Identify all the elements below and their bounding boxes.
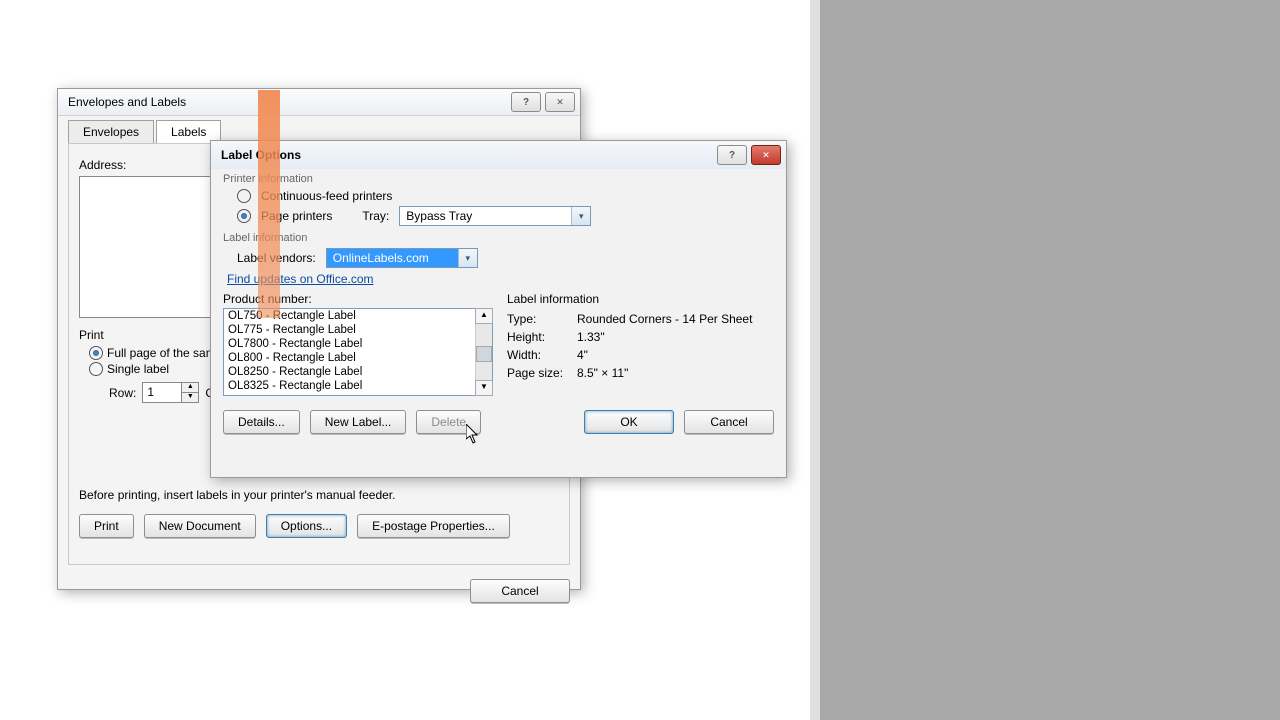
- new-label-button[interactable]: New Label...: [310, 410, 407, 434]
- full-page-label: Full page of the sam: [107, 346, 216, 360]
- type-label: Type:: [507, 312, 577, 326]
- close-button[interactable]: [545, 92, 575, 112]
- label-info-grid: Type: Rounded Corners - 14 Per Sheet Hei…: [507, 312, 774, 380]
- address-textbox[interactable]: [79, 176, 216, 318]
- page-printers-label: Page printers: [261, 209, 332, 223]
- chevron-down-icon: [571, 207, 590, 225]
- opt-dialog-title: Label Options: [221, 148, 301, 162]
- help-button[interactable]: [511, 92, 541, 112]
- label-info-title: Label information: [507, 292, 774, 306]
- row-spin-up[interactable]: ▲: [182, 383, 198, 393]
- row-label: Row:: [109, 386, 136, 400]
- vendor-select[interactable]: OnlineLabels.com: [326, 248, 478, 268]
- vendor-value: OnlineLabels.com: [327, 249, 458, 267]
- opt-title-bar: Label Options: [211, 141, 786, 169]
- scroll-thumb[interactable]: [476, 346, 492, 362]
- vendor-label: Label vendors:: [237, 251, 316, 265]
- row-spin-down[interactable]: ▼: [182, 393, 198, 402]
- opt-cancel-button[interactable]: Cancel: [684, 410, 774, 434]
- continuous-label: Continuous-feed printers: [261, 189, 392, 203]
- scroll-down-icon[interactable]: ▼: [475, 380, 493, 396]
- height-label: Height:: [507, 330, 577, 344]
- tab-envelopes[interactable]: Envelopes: [68, 120, 154, 143]
- tray-select[interactable]: Bypass Tray: [399, 206, 591, 226]
- before-printing-text: Before printing, insert labels in your p…: [79, 488, 559, 502]
- product-listbox[interactable]: OL750 - Rectangle Label OL775 - Rectangl…: [223, 308, 493, 396]
- label-options-dialog: Label Options Printer information Contin…: [210, 140, 787, 478]
- scroll-track[interactable]: [476, 323, 492, 381]
- label-info-group: Label information: [223, 232, 774, 244]
- delete-button[interactable]: Delete: [416, 410, 481, 434]
- new-document-button[interactable]: New Document: [144, 514, 256, 538]
- page-printers-radio-row[interactable]: Page printers Tray: Bypass Tray: [237, 206, 774, 226]
- print-button[interactable]: Print: [79, 514, 134, 538]
- width-label: Width:: [507, 348, 577, 362]
- scrollbar[interactable]: ▲ ▼: [475, 309, 492, 395]
- opt-help-button[interactable]: [717, 145, 747, 165]
- product-number-label: Product number:: [223, 292, 493, 306]
- width-value: 4": [577, 348, 774, 362]
- continuous-radio-row[interactable]: Continuous-feed printers: [237, 189, 774, 203]
- details-button[interactable]: Details...: [223, 410, 300, 434]
- page-size-value: 8.5" × 11": [577, 366, 774, 380]
- printer-info-group: Printer information: [223, 173, 774, 185]
- background-light-strip: [810, 0, 820, 720]
- scroll-up-icon[interactable]: ▲: [475, 308, 493, 324]
- radio-icon: [237, 189, 251, 203]
- single-label-text: Single label: [107, 362, 169, 376]
- epostage-button[interactable]: E-postage Properties...: [357, 514, 510, 538]
- list-item[interactable]: OL775 - Rectangle Label: [224, 323, 475, 337]
- radio-icon: [237, 209, 251, 223]
- product-list-items: OL750 - Rectangle Label OL775 - Rectangl…: [224, 309, 475, 395]
- list-item[interactable]: OL7800 - Rectangle Label: [224, 337, 475, 351]
- background-gray-panel: [820, 0, 1280, 720]
- row-value-input[interactable]: 1: [142, 382, 182, 403]
- tray-label: Tray:: [362, 209, 389, 223]
- env-cancel-button[interactable]: Cancel: [470, 579, 570, 603]
- tray-value: Bypass Tray: [400, 207, 571, 225]
- type-value: Rounded Corners - 14 Per Sheet: [577, 312, 774, 326]
- list-item[interactable]: OL750 - Rectangle Label: [224, 309, 475, 323]
- page-size-label: Page size:: [507, 366, 577, 380]
- env-title-bar: Envelopes and Labels: [58, 89, 580, 116]
- ok-button[interactable]: OK: [584, 410, 674, 434]
- tab-strip: Envelopes Labels: [58, 116, 580, 143]
- find-updates-link[interactable]: Find updates on Office.com: [227, 272, 374, 286]
- height-value: 1.33": [577, 330, 774, 344]
- radio-icon: [89, 362, 103, 376]
- radio-icon: [89, 346, 103, 360]
- opt-close-button[interactable]: [751, 145, 781, 165]
- options-button[interactable]: Options...: [266, 514, 347, 538]
- list-item[interactable]: OL8325 - Rectangle Label: [224, 379, 475, 393]
- list-item[interactable]: OL800 - Rectangle Label: [224, 351, 475, 365]
- list-item[interactable]: OL8250 - Rectangle Label: [224, 365, 475, 379]
- env-dialog-title: Envelopes and Labels: [68, 95, 186, 109]
- chevron-down-icon: [458, 249, 477, 267]
